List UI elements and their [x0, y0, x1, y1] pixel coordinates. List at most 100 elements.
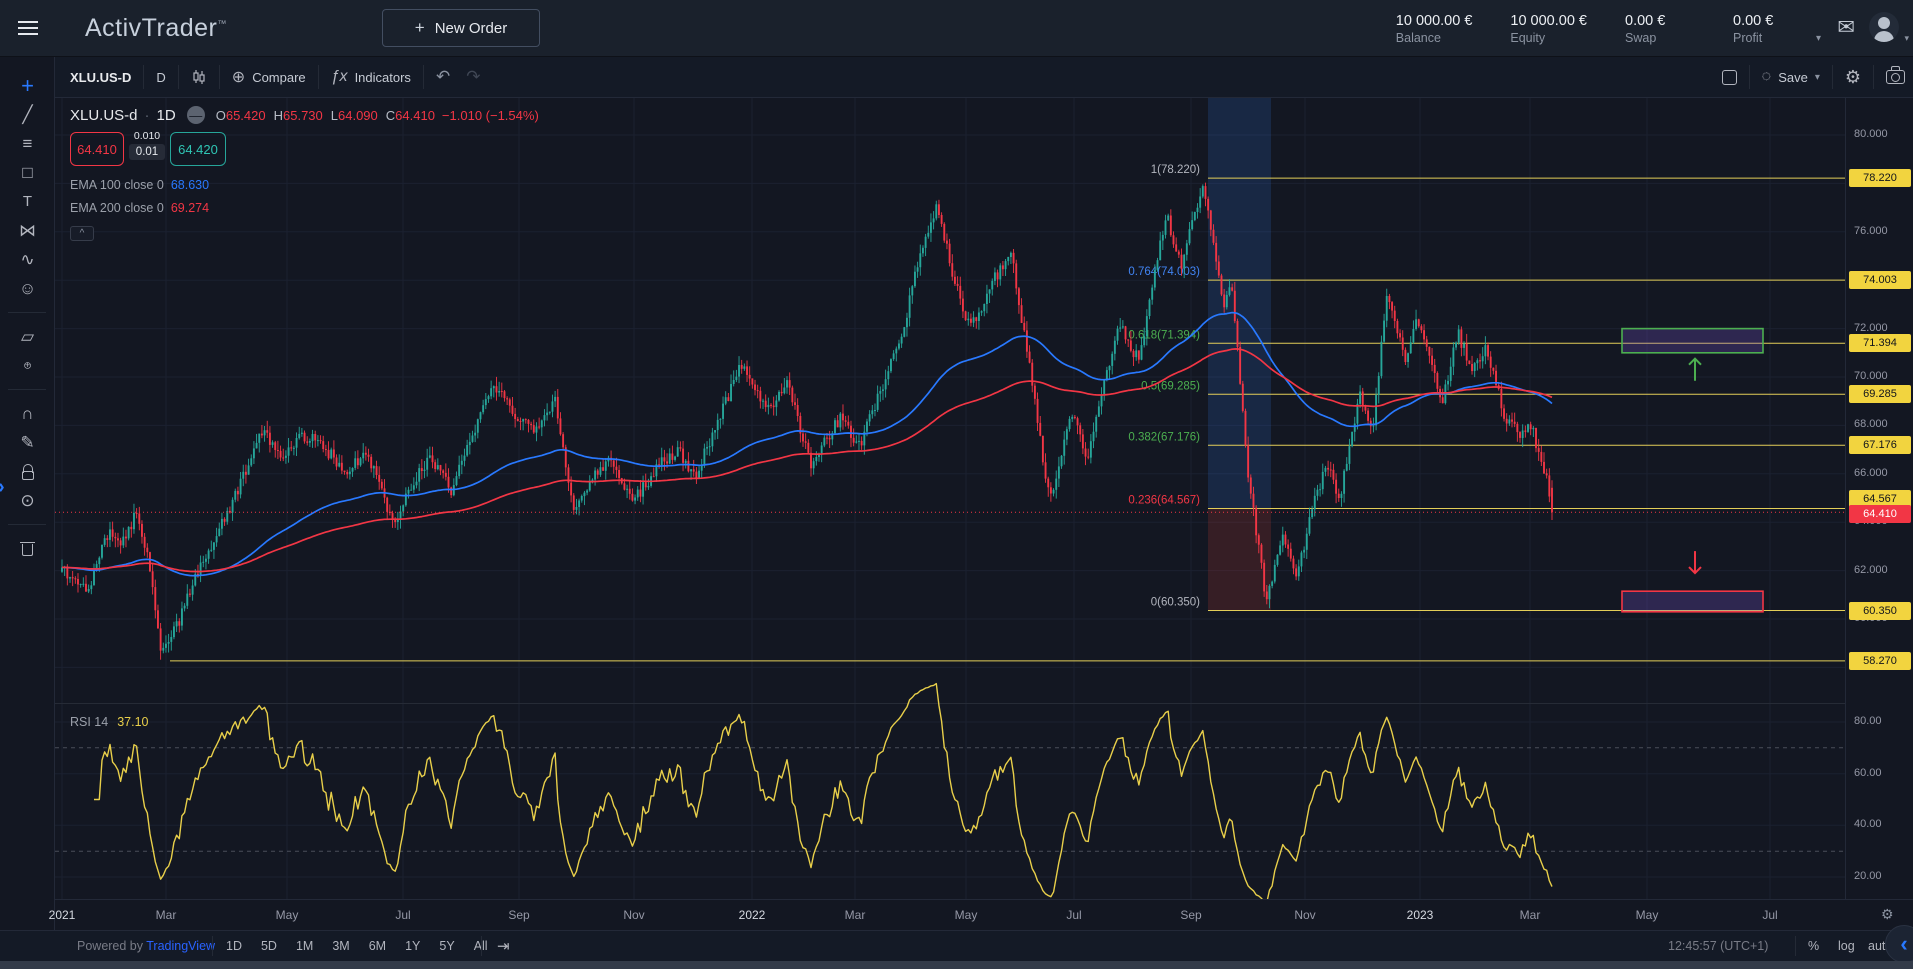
time-axis-label-Mar: Mar [845, 908, 866, 922]
range-button-1d[interactable]: 1D [226, 939, 242, 953]
magnet-tool-button[interactable]: ∩ [0, 399, 55, 428]
rail-divider [8, 389, 46, 390]
text-tool-button[interactable]: T [0, 187, 55, 216]
change-value: −1.010 (−1.54%) [442, 108, 539, 123]
redo-button[interactable]: ↷ [466, 67, 480, 87]
activtrader-app: { "top_bar": { "logo": "ActivTrader", "l… [0, 0, 1913, 969]
new-order-button[interactable]: + New Order [382, 9, 540, 47]
fib-retracement-icon: ≡ [23, 134, 33, 154]
time-axis-label-Nov: Nov [623, 908, 644, 922]
crosshair-tool-button[interactable]: + [0, 71, 55, 100]
magnet-icon: ∩ [21, 404, 33, 424]
ohlc-c: C64.410 [386, 108, 435, 123]
legend-symbol[interactable]: XLU.US-d [70, 107, 138, 124]
lock-all-tool-button[interactable] [0, 457, 55, 486]
stat-value: 0.00 € [1733, 13, 1803, 29]
fx-icon: ƒx [331, 68, 348, 86]
svg-text:0.618(71.394): 0.618(71.394) [1128, 329, 1200, 341]
screenshot-button[interactable] [1886, 70, 1905, 84]
log-scale-button[interactable]: log [1838, 939, 1855, 953]
chart-settings-button[interactable]: ⚙ [1845, 67, 1861, 88]
collapse-legend-button[interactable]: — [187, 106, 205, 124]
sell-button[interactable]: 64.410 [70, 132, 124, 166]
rsi-tick-80.00: 80.00 [1854, 715, 1882, 727]
tradingview-link[interactable]: TradingView [146, 939, 215, 953]
symbol-button[interactable]: XLU.US-D [70, 70, 131, 85]
chart-style-button[interactable] [191, 69, 207, 85]
range-button-1y[interactable]: 1Y [405, 939, 420, 953]
time-axis-label-Sep: Sep [508, 908, 529, 922]
buy-button[interactable]: 64.420 [170, 132, 226, 166]
range-button-6m[interactable]: 6M [369, 939, 386, 953]
hamburger-menu-icon[interactable] [0, 0, 55, 57]
chevron-down-icon[interactable]: ▾ [1816, 33, 1821, 44]
drawing-mode-tool-button[interactable]: ✎ [0, 428, 55, 457]
level-price-label-78.220: 78.220 [1849, 169, 1911, 187]
price-scale[interactable]: 80.00076.00072.00070.00068.00066.00064.0… [1845, 98, 1913, 899]
clock[interactable]: 12:45:57 (UTC+1) [1668, 939, 1768, 953]
range-button-5d[interactable]: 5D [261, 939, 277, 953]
indicators-button[interactable]: ƒx Indicators [331, 68, 411, 86]
emoji-icon: ☺ [19, 279, 36, 299]
axis-settings-gear-icon[interactable]: ⚙ [1881, 906, 1894, 923]
layout-button[interactable] [1722, 70, 1737, 85]
chevron-down-icon: ▾ [1904, 33, 1909, 44]
svg-text:0(60.350): 0(60.350) [1151, 597, 1200, 609]
current-price-label: 64.410 [1849, 505, 1911, 523]
trend-line-icon: ╱ [22, 105, 32, 125]
time-axis-label-Mar: Mar [156, 908, 177, 922]
forecast-tool-button[interactable]: ∿ [0, 245, 55, 274]
time-axis-label-Jul: Jul [1066, 908, 1081, 922]
compare-plus-icon: ⊕ [232, 67, 245, 87]
legend-separator: · [145, 107, 150, 124]
expand-panel-chevron[interactable]: › [0, 476, 5, 499]
compare-button[interactable]: ⊕ Compare [232, 67, 306, 87]
range-button-5y[interactable]: 5Y [439, 939, 454, 953]
shapes-tool-button[interactable]: □ [0, 158, 55, 187]
svg-text:1(78.220): 1(78.220) [1151, 164, 1200, 176]
time-axis[interactable]: ⚙ 2021MarMayJulSepNov2022MarMayJulSepNov… [55, 899, 1913, 930]
ohlc-o: O65.420 [216, 108, 266, 123]
ema100-legend: EMA 100 close 068.630 [70, 178, 209, 192]
measure-tool-button[interactable]: ▱ [0, 322, 55, 351]
interval-button[interactable]: D [156, 70, 165, 85]
remove-drawings-tool-button[interactable] [0, 534, 55, 563]
text-icon: T [23, 193, 32, 210]
ema200-legend: EMA 200 close 069.274 [70, 201, 209, 215]
stat-label: Equity [1510, 31, 1587, 45]
hide-all-tool-button[interactable]: ⊙ [0, 486, 55, 515]
crosshair-icon: + [21, 73, 34, 99]
time-axis-label-May: May [955, 908, 978, 922]
ohlc-l: L64.090 [331, 108, 378, 123]
horizontal-scrollbar[interactable] [0, 961, 1913, 969]
user-menu[interactable]: ▾ [1869, 12, 1903, 44]
undo-button[interactable]: ↶ [436, 67, 450, 87]
hide-all-icon: ⊙ [20, 491, 34, 511]
xabcd-pattern-icon: ⋈ [19, 221, 36, 241]
xabcd-pattern-tool-button[interactable]: ⋈ [0, 216, 55, 245]
range-button-1m[interactable]: 1M [296, 939, 313, 953]
level-price-label-67.176: 67.176 [1849, 436, 1911, 454]
trend-line-tool-button[interactable]: ╱ [0, 100, 55, 129]
fib-retracement-tool-button[interactable]: ≡ [0, 129, 55, 158]
save-button[interactable]: ◌ Save ▾ [1762, 68, 1820, 86]
gear-icon: ⚙ [1845, 67, 1861, 88]
time-axis-label-2021: 2021 [49, 908, 76, 922]
legend-expand-button[interactable]: ^ [70, 226, 94, 241]
emoji-tool-button[interactable]: ☺ [0, 274, 55, 303]
chevron-down-icon: ▾ [1815, 72, 1820, 83]
zoom-in-tool-button[interactable]: ○+ [0, 351, 55, 380]
ohlc-values: O65.420H65.730L64.090C64.410 [216, 108, 435, 123]
price-tick-68.000: 68.000 [1854, 418, 1888, 430]
level-price-label-71.394: 71.394 [1849, 334, 1911, 352]
spread-widget: 0.010 0.01 [126, 132, 168, 166]
percent-scale-button[interactable]: % [1808, 939, 1819, 953]
go-to-date-icon[interactable]: ⇥ [497, 937, 510, 955]
stat-label: Profit [1733, 31, 1803, 45]
range-button-3m[interactable]: 3M [332, 939, 349, 953]
level-price-label-58.270: 58.270 [1849, 652, 1911, 670]
mail-icon[interactable]: ✉ [1837, 15, 1855, 40]
price-tick-62.000: 62.000 [1854, 564, 1888, 576]
collapse-panel-button[interactable]: ‹ [1885, 925, 1913, 963]
chart-area[interactable]: 1(78.220)0.764(74.003)0.618(71.394)0.5(6… [55, 98, 1913, 930]
